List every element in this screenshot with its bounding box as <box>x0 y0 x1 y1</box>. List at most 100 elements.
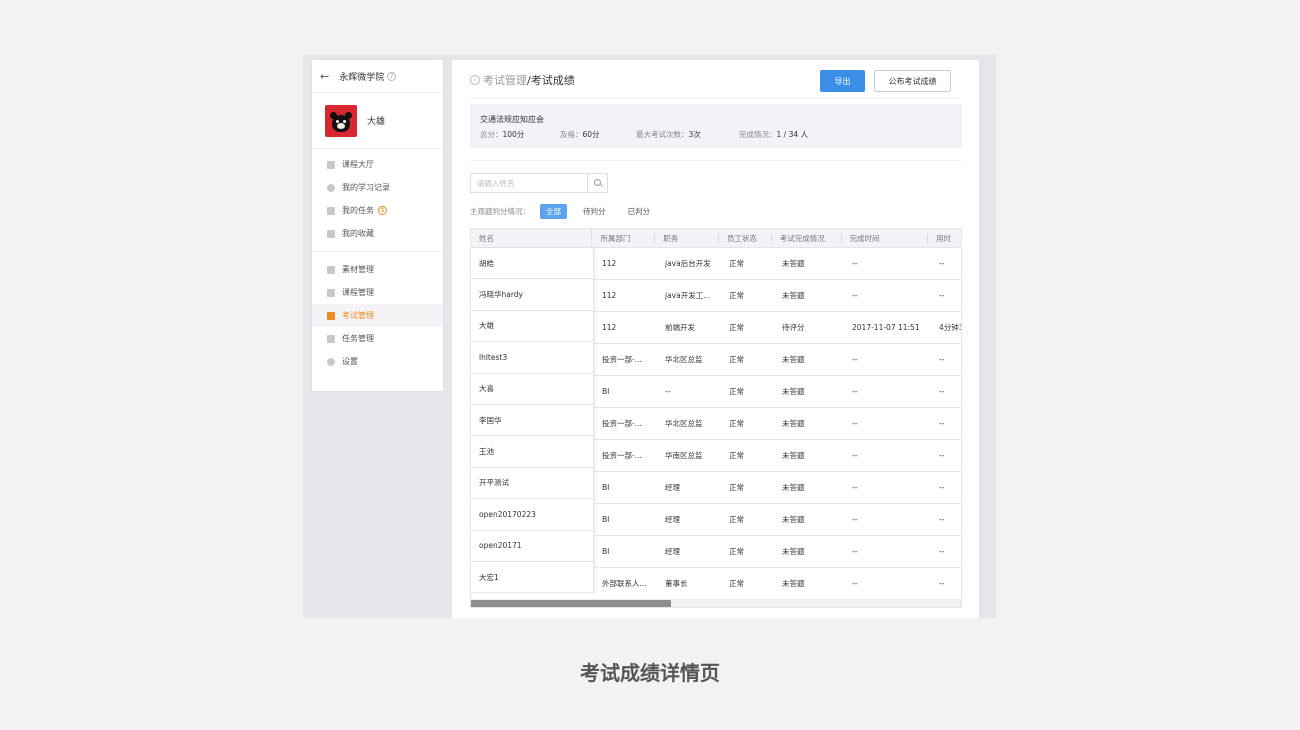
sidebar-item-label: 课程管理 <box>342 288 374 297</box>
table-cell-duration: -- <box>939 419 945 428</box>
table-cell-duration: -- <box>939 291 945 300</box>
table-row[interactable]: 112 java后台开发 正常 未答题 -- -- <box>594 248 961 280</box>
table-cell-status: 正常 <box>729 387 744 396</box>
total-score: 总分：100分 <box>480 130 525 139</box>
table-cell-position: 华南区总监 <box>665 451 703 460</box>
table-row[interactable]: 112 前端开发 正常 待评分 2017-11-07 11:51 4分钟3 <box>594 312 962 344</box>
results-table: 姓名 所属部门 职务 员工状态 考试完成情况 完成时间 用时 胡皓 冯晓华hard… <box>470 228 962 608</box>
filter-pending[interactable]: 待判分 <box>577 204 612 219</box>
table-cell-name: open20171 <box>471 530 594 562</box>
table-cell-department: 投资一部-... <box>602 419 642 428</box>
sidebar-item-my-tasks[interactable]: 我的任务 $ <box>312 199 443 222</box>
table-cell-completion: 未答题 <box>782 355 805 364</box>
table-header: 姓名 所属部门 职务 员工状态 考试完成情况 完成时间 用时 <box>471 229 961 248</box>
sidebar-item-task-manage[interactable]: 任务管理 <box>312 327 443 350</box>
table-cell-status: 正常 <box>729 291 744 300</box>
horizontal-scrollbar[interactable] <box>471 599 961 607</box>
column-header-finish-time: 完成时间 <box>842 229 929 247</box>
table-cell-completion: 未答题 <box>782 419 805 428</box>
table-cell-finish-time: -- <box>852 291 858 300</box>
table-cell-completion: 未答题 <box>782 515 805 524</box>
search-icon[interactable] <box>587 174 607 192</box>
table-cell-position: java后台开发 <box>665 259 711 268</box>
sidebar-item-exam-manage[interactable]: 考试管理 <box>312 304 443 327</box>
hall-icon <box>327 160 335 169</box>
filter-graded[interactable]: 已判分 <box>622 204 657 219</box>
table-cell-status: 正常 <box>729 451 744 460</box>
column-header-name: 姓名 <box>471 229 593 247</box>
completion-status: 完成情况：1 / 34 人 <box>739 130 808 139</box>
table-cell-name: 胡皓 <box>471 248 594 280</box>
sidebar-header: ← 永辉微学院 ? <box>312 60 443 93</box>
table-cell-completion: 未答题 <box>782 547 805 556</box>
sidebar-item-course-manage[interactable]: 课程管理 <box>312 281 443 304</box>
back-arrow-icon[interactable]: ← <box>320 70 329 83</box>
table-cell-department: 投资一部-... <box>602 355 642 364</box>
table-cell-department: BI <box>602 515 610 524</box>
table-cell-finish-time: 2017-11-07 11:51 <box>852 323 920 332</box>
table-cell-finish-time: -- <box>852 355 858 364</box>
scrollbar-thumb[interactable] <box>471 600 671 607</box>
nav-divider <box>312 251 443 252</box>
table-row[interactable]: 投资一部-... 华北区总监 正常 未答题 -- -- <box>594 344 961 376</box>
table-row[interactable]: 投资一部-... 华南区总监 正常 未答题 -- -- <box>594 440 961 472</box>
table-row[interactable]: BI 经理 正常 未答题 -- -- <box>594 504 961 536</box>
school-name: 永辉微学院 <box>339 72 385 83</box>
table-row[interactable]: 112 java开发工... 正常 未答题 -- -- <box>594 280 961 312</box>
table-cell-duration: -- <box>939 483 945 492</box>
sidebar-item-label: 我的任务 <box>342 206 374 215</box>
table-row[interactable]: BI 经理 正常 未答题 -- -- <box>594 472 961 504</box>
table-cell-finish-time: -- <box>852 547 858 556</box>
table-cell-position: 华北区总监 <box>665 355 703 364</box>
max-attempts: 最大考试次数：3次 <box>636 130 701 139</box>
table-cell-completion: 未答题 <box>782 291 805 300</box>
table-cell-completion: 未答题 <box>782 451 805 460</box>
table-cell-name: 大雄 <box>471 310 594 343</box>
table-cell-position: 董事长 <box>665 579 688 588</box>
search-box <box>470 173 608 193</box>
table-row[interactable]: BI -- 正常 未答题 -- -- <box>594 376 961 408</box>
table-cell-position: 经理 <box>665 483 680 492</box>
sidebar-item-learning-record[interactable]: 我的学习记录 <box>312 176 443 199</box>
sidebar-item-label: 我的收藏 <box>342 229 374 238</box>
table-row[interactable]: BI 经理 正常 未答题 -- -- <box>594 536 961 568</box>
search-input[interactable] <box>471 178 581 188</box>
table-cell-completion: 未答题 <box>782 387 805 396</box>
publish-scores-button[interactable]: 公布考试成绩 <box>874 70 951 92</box>
table-cell-finish-time: -- <box>852 419 858 428</box>
column-header-position: 职务 <box>655 229 719 247</box>
clock-icon <box>327 183 335 192</box>
table-cell-department: 投资一部-... <box>602 451 642 460</box>
table-row[interactable]: 外部联系人... 董事长 正常 未答题 -- -- <box>594 568 961 600</box>
filter-label: 主观题判分情况： <box>470 207 530 216</box>
app-frame: ← 永辉微学院 ? 大雄 课程大厅 我的学习记录 我的任务 $ 我的收藏 素材管… <box>303 55 996 618</box>
breadcrumb-parent[interactable]: 考试管理 <box>483 72 527 88</box>
filter-all[interactable]: 全部 <box>540 204 567 219</box>
table-cell-completion: 未答题 <box>782 483 805 492</box>
back-circle-icon[interactable]: ‹ <box>470 75 480 85</box>
table-cell-name: 冯晓华hardy <box>471 279 594 311</box>
gear-icon <box>327 357 335 366</box>
user-profile[interactable]: 大雄 <box>312 93 443 149</box>
task-icon <box>327 206 335 215</box>
grading-filter: 主观题判分情况： 全部 待判分 已判分 <box>470 204 656 219</box>
table-cell-duration: -- <box>939 515 945 524</box>
sidebar: ← 永辉微学院 ? 大雄 课程大厅 我的学习记录 我的任务 $ 我的收藏 素材管… <box>312 60 443 391</box>
sidebar-item-settings[interactable]: 设置 <box>312 350 443 373</box>
table-cell-status: 正常 <box>729 483 744 492</box>
table-cell-name: 王池 <box>471 436 594 468</box>
table-cell-duration: -- <box>939 547 945 556</box>
sidebar-item-material-manage[interactable]: 素材管理 <box>312 258 443 281</box>
table-cell-duration: 4分钟3 <box>939 323 962 332</box>
table-cell-name: open20170223 <box>471 499 594 531</box>
table-cell-status: 正常 <box>729 419 744 428</box>
help-icon[interactable]: ? <box>387 71 397 81</box>
table-cell-position: 前端开发 <box>665 323 695 332</box>
sidebar-item-course-hall[interactable]: 课程大厅 <box>312 153 443 176</box>
column-header-status: 员工状态 <box>719 229 772 247</box>
table-cell-position: java开发工... <box>665 291 711 300</box>
export-button[interactable]: 导出 <box>820 70 865 92</box>
sidebar-item-favorites[interactable]: 我的收藏 <box>312 222 443 245</box>
table-cell-completion: 待评分 <box>782 323 805 332</box>
table-row[interactable]: 投资一部-... 华北区总监 正常 未答题 -- -- <box>594 408 961 440</box>
